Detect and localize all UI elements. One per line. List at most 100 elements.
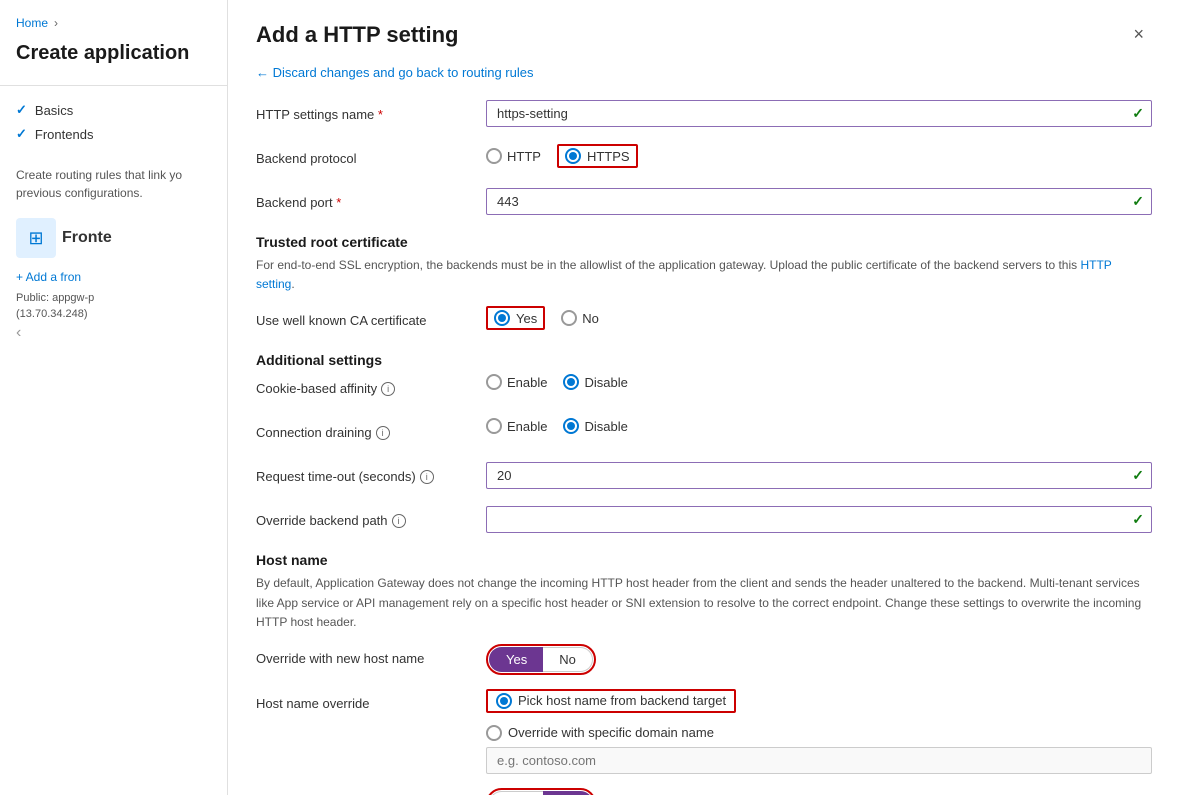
- http-settings-name-control: ✓: [486, 100, 1152, 127]
- step-description: Create routing rules that link yo previo…: [0, 158, 227, 210]
- backend-port-input[interactable]: [486, 188, 1152, 215]
- probes-no-button[interactable]: No: [543, 791, 593, 795]
- protocol-http-radio[interactable]: [486, 148, 502, 164]
- ca-no-radio[interactable]: [561, 310, 577, 326]
- cookie-enable-label: Enable: [507, 375, 547, 390]
- dialog-title: Add a HTTP setting: [256, 22, 459, 48]
- backend-protocol-control: HTTP HTTPS: [486, 144, 1152, 168]
- ca-yes-item[interactable]: Yes: [486, 306, 545, 330]
- close-button[interactable]: ×: [1125, 20, 1152, 49]
- connection-draining-label: Connection draining i: [256, 418, 486, 442]
- request-timeout-info-icon[interactable]: i: [420, 470, 434, 484]
- basics-check-icon: ✓: [16, 102, 27, 118]
- ca-yes-label: Yes: [516, 311, 537, 326]
- override-host-name-row: Override with new host name Yes No: [256, 644, 1152, 675]
- trusted-root-cert-header: Trusted root certificate: [256, 234, 1152, 250]
- scroll-left-icon[interactable]: ‹: [16, 320, 21, 346]
- override-backend-path-row: Override backend path i ✓: [256, 506, 1152, 536]
- main-panel: Add a HTTP setting × ← Discard changes a…: [228, 0, 1180, 795]
- override-domain-radio-row[interactable]: Override with specific domain name: [486, 725, 1152, 741]
- dialog-header: Add a HTTP setting ×: [256, 20, 1152, 49]
- override-yes-button[interactable]: Yes: [489, 647, 543, 672]
- dialog-panel: Add a HTTP setting × ← Discard changes a…: [228, 0, 1180, 795]
- public-info-line1: Public: appgw-p: [16, 292, 211, 304]
- sidebar: Home › Create application ✓ Basics ✓ Fro…: [0, 0, 228, 795]
- backend-protocol-radio-group: HTTP HTTPS: [486, 144, 1152, 168]
- draining-disable-radio[interactable]: [563, 418, 579, 434]
- cookie-enable-item[interactable]: Enable: [486, 374, 547, 390]
- cookie-affinity-radio-group: Enable Disable: [486, 374, 1152, 390]
- pick-host-radio-box[interactable]: Pick host name from backend target: [486, 689, 736, 713]
- override-toggle-row: Yes No: [486, 644, 1152, 675]
- http-settings-name-input-wrapper: ✓: [486, 100, 1152, 127]
- well-known-ca-label: Use well known CA certificate: [256, 306, 486, 330]
- name-check-icon: ✓: [1132, 105, 1144, 122]
- cookie-disable-radio[interactable]: [563, 374, 579, 390]
- additional-settings-header: Additional settings: [256, 352, 1152, 368]
- steps-list: ✓ Basics ✓ Frontends: [16, 102, 211, 142]
- override-path-info-icon[interactable]: i: [392, 514, 406, 528]
- domain-name-input[interactable]: [486, 747, 1152, 774]
- trusted-root-cert-desc: For end-to-end SSL encryption, the backe…: [256, 256, 1152, 294]
- home-link[interactable]: Home: [16, 16, 48, 30]
- ca-no-item[interactable]: No: [561, 310, 599, 326]
- timeout-check-icon: ✓: [1132, 467, 1144, 484]
- fronted-section: ⊞ Fronte + Add a fron Public: appgw-p (1…: [0, 210, 227, 354]
- step-basics[interactable]: ✓ Basics: [16, 102, 211, 118]
- probes-yes-button[interactable]: Yes: [489, 791, 543, 795]
- connection-draining-radio-group: Enable Disable: [486, 418, 1152, 434]
- request-timeout-input[interactable]: [486, 462, 1152, 489]
- ca-yes-radio[interactable]: [494, 310, 510, 326]
- protocol-http-item[interactable]: HTTP: [486, 148, 541, 164]
- request-timeout-control: ✓: [486, 462, 1152, 489]
- override-domain-radio[interactable]: [486, 725, 502, 741]
- pick-host-label: Pick host name from backend target: [518, 693, 726, 708]
- draining-disable-label: Disable: [584, 419, 627, 434]
- well-known-ca-row: Use well known CA certificate Yes No: [256, 306, 1152, 336]
- steps-section: ✓ Basics ✓ Frontends: [0, 86, 227, 158]
- override-no-button[interactable]: No: [543, 647, 593, 672]
- http-settings-name-label: HTTP settings name *: [256, 100, 486, 124]
- basics-label: Basics: [35, 103, 73, 118]
- draining-enable-item[interactable]: Enable: [486, 418, 547, 434]
- draining-disable-item[interactable]: Disable: [563, 418, 627, 434]
- create-custom-probes-label: Create custom probes: [256, 788, 486, 795]
- step-frontends[interactable]: ✓ Frontends: [16, 126, 211, 142]
- protocol-http-label: HTTP: [507, 149, 541, 164]
- add-frontend-link[interactable]: + Add a fron: [16, 266, 211, 288]
- protocol-https-radio[interactable]: [565, 148, 581, 164]
- connection-draining-info-icon[interactable]: i: [376, 426, 390, 440]
- cookie-affinity-info-icon[interactable]: i: [381, 382, 395, 396]
- backend-port-row: Backend port * ✓: [256, 188, 1152, 218]
- host-name-desc: By default, Application Gateway does not…: [256, 574, 1152, 632]
- required-marker: *: [378, 107, 383, 122]
- cookie-disable-item[interactable]: Disable: [563, 374, 627, 390]
- override-path-check-icon: ✓: [1132, 511, 1144, 528]
- override-backend-path-input[interactable]: [486, 506, 1152, 533]
- backend-port-control: ✓: [486, 188, 1152, 215]
- override-host-name-control: Yes No: [486, 644, 1152, 675]
- host-name-controls: Yes No: [486, 644, 1152, 675]
- connection-draining-row: Connection draining i Enable Disable: [256, 418, 1152, 448]
- cookie-affinity-label: Cookie-based affinity i: [256, 374, 486, 398]
- back-link[interactable]: ← Discard changes and go back to routing…: [256, 65, 1152, 80]
- backend-protocol-row: Backend protocol HTTP HTTPS: [256, 144, 1152, 174]
- draining-enable-label: Enable: [507, 419, 547, 434]
- page-title: Create application: [0, 42, 227, 86]
- connection-draining-control: Enable Disable: [486, 418, 1152, 434]
- frontends-label: Frontends: [35, 127, 94, 142]
- http-setting-link[interactable]: HTTP setting: [256, 258, 1112, 291]
- ca-no-label: No: [582, 311, 599, 326]
- pick-host-radio[interactable]: [496, 693, 512, 709]
- cookie-disable-label: Disable: [584, 375, 627, 390]
- protocol-https-item[interactable]: HTTPS: [557, 144, 638, 168]
- draining-enable-radio[interactable]: [486, 418, 502, 434]
- override-toggle-wrapper: Yes No: [486, 644, 596, 675]
- fronted-icon: ⊞: [16, 218, 56, 258]
- create-custom-probes-row: Create custom probes Yes No: [256, 788, 1152, 795]
- well-known-ca-radio-group: Yes No: [486, 306, 1152, 330]
- cookie-enable-radio[interactable]: [486, 374, 502, 390]
- request-timeout-row: Request time-out (seconds) i ✓: [256, 462, 1152, 492]
- http-settings-name-input[interactable]: [486, 100, 1152, 127]
- breadcrumb[interactable]: Home ›: [0, 16, 227, 42]
